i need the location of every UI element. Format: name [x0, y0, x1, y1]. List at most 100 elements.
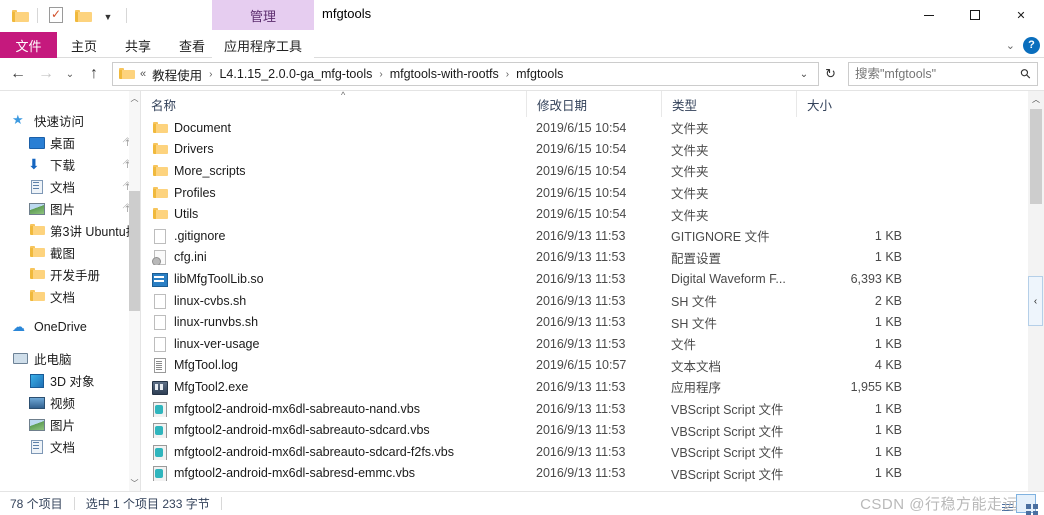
chevron-down-icon[interactable]: ⌄ [1006, 39, 1015, 52]
help-icon[interactable]: ? [1023, 36, 1040, 54]
cell-name[interactable]: mfgtool2-android-mx6dl-sabresd-emmc.vbs [141, 465, 526, 482]
sidebar-item-0-4[interactable]: 第3讲 Ubuntu操 [0, 219, 140, 241]
sidebar-item-2-1[interactable]: 视频 [0, 391, 140, 413]
table-row[interactable]: libMfgToolLib.so 2016/9/13 11:53 Digital W… [141, 268, 1044, 290]
sidebar-item-2-3[interactable]: 文档 [0, 435, 140, 457]
sidebar-item-0-2[interactable]: 文档 ⇱ [0, 175, 140, 197]
table-row[interactable]: More_scripts 2019/6/15 10:54 文件夹 [141, 160, 1044, 182]
table-row[interactable]: MfgTool2.exe 2016/9/13 11:53 应用程序 1,955 KB [141, 376, 1044, 398]
table-row[interactable]: cfg.ini 2016/9/13 11:53 配置设置 1 KB [141, 247, 1044, 269]
sidebar-item-0-1[interactable]: ⬇ 下载 ⇱ [0, 153, 140, 175]
folder-icon [151, 206, 168, 222]
refresh-button[interactable]: ↻ [819, 66, 842, 82]
up-button[interactable]: ↑ [80, 60, 108, 88]
cell-name[interactable]: MfgTool2.exe [141, 379, 526, 395]
table-row[interactable]: mfgtool2-android-mx6dl-sabreauto-sdcard.… [141, 419, 1044, 441]
column-header-date[interactable]: 修改日期 [526, 91, 661, 117]
tab-home[interactable]: 主页 [57, 32, 111, 58]
cell-name[interactable]: Drivers [141, 141, 526, 157]
tab-view[interactable]: 查看 [165, 32, 219, 58]
sidebar-scroll-up-icon[interactable]: ︿ [129, 91, 140, 106]
breadcrumb-item-1[interactable]: L4.1.15_2.0.0-ga_mfg-tools [217, 67, 374, 81]
tab-application-tools[interactable]: 应用程序工具 [212, 32, 314, 58]
cell-name[interactable]: mfgtool2-android-mx6dl-sabreauto-sdcard-… [141, 444, 526, 460]
toolbar-divider-2 [126, 7, 127, 23]
column-header-size[interactable]: 大小 [796, 91, 916, 117]
tab-file[interactable]: 文件 [0, 32, 57, 58]
table-row[interactable]: linux-runvbs.sh 2016/9/13 11:53 SH 文件 1 KB [141, 311, 1044, 333]
sidebar-group-0[interactable]: ★ 快速访问 [0, 109, 140, 131]
recent-locations-button[interactable]: ⌄ [60, 60, 80, 88]
sidebar-item-0-7[interactable]: 文档 [0, 285, 140, 307]
breadcrumb-item-2[interactable]: mfgtools-with-rootfs [388, 67, 501, 81]
table-row[interactable]: mfgtool2-android-mx6dl-sabreauto-sdcard-… [141, 441, 1044, 463]
breadcrumb[interactable]: « 教程使用 › L4.1.15_2.0.0-ga_mfg-tools › mf… [112, 62, 820, 86]
table-row[interactable]: Document 2019/6/15 10:54 文件夹 [141, 117, 1044, 139]
column-header-type[interactable]: 类型 [661, 91, 796, 117]
cell-name[interactable]: MfgTool.log [141, 357, 526, 374]
cell-name[interactable]: Utils [141, 206, 526, 222]
sidebar-item-2-0[interactable]: 3D 对象 [0, 369, 140, 391]
sidebar-item-label: 视频 [50, 396, 76, 411]
cell-type: VBScript Script 文件 [671, 446, 784, 461]
breadcrumb-separator-0[interactable]: › [206, 69, 215, 80]
sidebar-item-2-2[interactable]: 图片 [0, 413, 140, 435]
search-input[interactable] [855, 67, 1022, 81]
cell-name[interactable]: .gitignore [141, 228, 526, 244]
scroll-up-icon[interactable]: ︿ [1028, 91, 1044, 108]
table-row[interactable]: .gitignore 2016/9/13 11:53 GITIGNORE 文件 1 K… [141, 225, 1044, 247]
table-row[interactable]: MfgTool.log 2019/6/15 10:57 文本文档 4 KB [141, 355, 1044, 377]
table-row[interactable]: Profiles 2019/6/15 10:54 文件夹 [141, 182, 1044, 204]
breadcrumb-separator-2[interactable]: › [503, 69, 512, 80]
breadcrumb-item-0[interactable]: 教程使用 [150, 65, 204, 84]
close-button[interactable]: ✕ [998, 0, 1044, 30]
file-list-scrollbar[interactable]: ︿ ‹ [1028, 91, 1044, 491]
sidebar-item-0-3[interactable]: 图片 ⇱ [0, 197, 140, 219]
table-row[interactable]: mfgtool2-android-mx6dl-sabreauto-nand.vb… [141, 398, 1044, 420]
table-row[interactable]: mfgtool2-android-mx6dl-sabresd-emmc.vbs 2… [141, 463, 1044, 485]
cell-name[interactable]: mfgtool2-android-mx6dl-sabreauto-nand.vb… [141, 401, 526, 417]
cell-name[interactable]: Document [141, 120, 526, 136]
scroll-thumb[interactable] [1030, 109, 1042, 204]
cell-name[interactable]: linux-cvbs.sh [141, 293, 526, 309]
new-folder-icon[interactable] [71, 4, 93, 26]
sidebar-scrollbar[interactable]: ︿ ﹀ [129, 91, 140, 491]
file-name-label: Profiles [174, 185, 216, 200]
ini-file-icon [151, 249, 167, 266]
maximize-button[interactable] [952, 0, 998, 30]
sidebar-scroll-thumb[interactable] [129, 191, 140, 311]
sidebar-item-0-6[interactable]: 开发手册 [0, 263, 140, 285]
cell-name[interactable]: libMfgToolLib.so [141, 271, 526, 287]
customize-dropdown-icon[interactable]: ▼ [97, 4, 119, 26]
cell-name[interactable]: linux-runvbs.sh [141, 314, 526, 331]
sidebar-item-0-0[interactable]: 桌面 ⇱ [0, 131, 140, 153]
cell-name[interactable]: mfgtool2-android-mx6dl-sabreauto-sdcard.… [141, 422, 526, 439]
sidebar-item-0-5[interactable]: 截图 [0, 241, 140, 263]
sidebar-group-1[interactable]: ☁ OneDrive [0, 316, 140, 338]
breadcrumb-separator-1[interactable]: › [376, 69, 385, 80]
sidebar-scroll-down-icon[interactable]: ﹀ [129, 476, 140, 491]
properties-icon[interactable] [45, 4, 67, 26]
folder-icon[interactable] [8, 4, 30, 26]
tab-share[interactable]: 共享 [111, 32, 165, 58]
breadcrumb-overflow[interactable]: « [138, 68, 148, 80]
back-button[interactable]: ← [4, 60, 32, 88]
search-box[interactable]: ⚲ [848, 62, 1038, 86]
cell-name[interactable]: cfg.ini [141, 249, 526, 266]
breadcrumb-dropdown-icon[interactable]: ⌄ [794, 69, 814, 80]
minimize-button[interactable] [906, 0, 952, 30]
sidebar-group-2[interactable]: 此电脑 [0, 347, 140, 369]
icons-view-button[interactable] [1016, 494, 1036, 513]
table-row[interactable]: linux-cvbs.sh 2016/9/13 11:53 SH 文件 2 KB [141, 290, 1044, 312]
forward-button[interactable]: → [32, 60, 60, 88]
preview-pane-expander[interactable]: ‹ [1028, 276, 1043, 326]
cell-name[interactable]: More_scripts [141, 163, 526, 179]
table-row[interactable]: Drivers 2019/6/15 10:54 文件夹 [141, 139, 1044, 161]
cell-name[interactable]: Profiles [141, 185, 526, 201]
table-row[interactable]: Utils 2019/6/15 10:54 文件夹 [141, 203, 1044, 225]
breadcrumb-item-3[interactable]: mfgtools [514, 67, 565, 81]
table-row[interactable]: linux-ver-usage 2016/9/13 11:53 文件 1 KB [141, 333, 1044, 355]
star-icon: ★ [12, 112, 24, 127]
cell-name[interactable]: linux-ver-usage [141, 336, 526, 352]
column-header-name[interactable]: 名称 ^ [141, 90, 526, 117]
